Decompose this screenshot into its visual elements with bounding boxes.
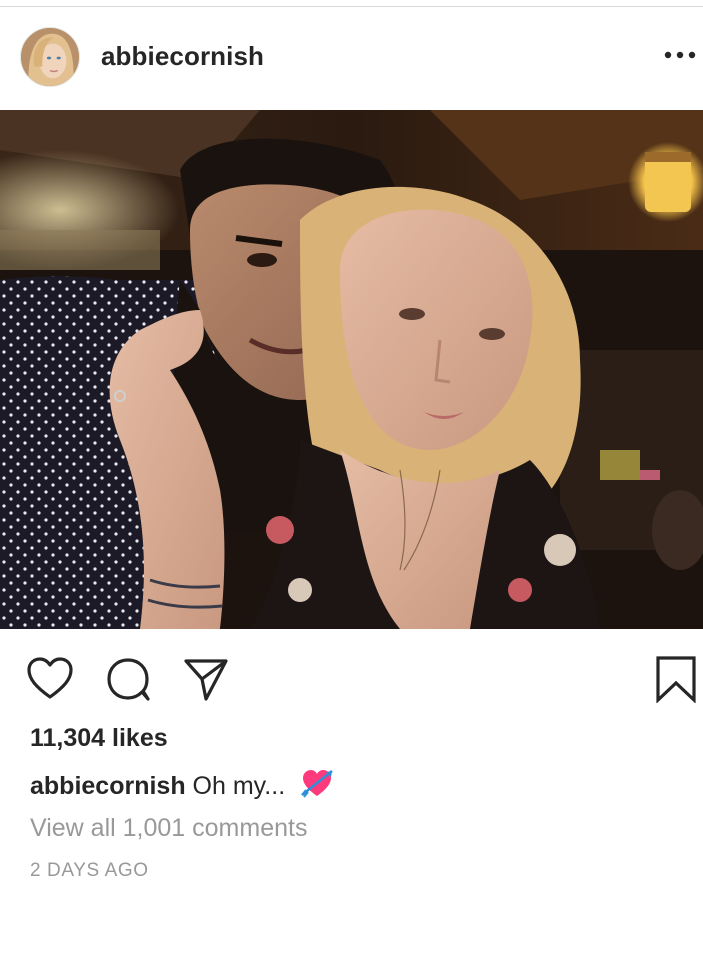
view-all-comments-link[interactable]: View all 1,001 comments — [30, 814, 307, 843]
share-button[interactable] — [182, 655, 230, 703]
comment-button[interactable] — [104, 655, 152, 703]
more-options-button[interactable] — [661, 45, 699, 65]
selfie-photo — [0, 110, 703, 629]
post-caption: abbiecornish Oh my... — [30, 768, 334, 801]
bookmark-icon — [656, 656, 696, 703]
heart-outline-icon — [27, 657, 73, 699]
caption-text: Oh my... — [192, 772, 286, 800]
paper-plane-icon — [184, 659, 228, 701]
comment-bubble-icon — [107, 658, 150, 701]
save-button[interactable] — [652, 655, 700, 703]
more-horizontal-icon — [664, 51, 696, 59]
post-header: abbiecornish — [0, 7, 703, 110]
post-actions — [0, 629, 703, 719]
post-photo[interactable] — [0, 110, 703, 629]
avatar-image — [21, 28, 79, 86]
like-button[interactable] — [26, 655, 74, 703]
post-timestamp: 2 DAYS AGO — [30, 860, 149, 881]
post-username[interactable]: abbiecornish — [101, 41, 264, 72]
likes-count[interactable]: 11,304 likes — [30, 724, 168, 753]
avatar[interactable] — [20, 27, 80, 87]
heart-with-arrow-icon — [300, 768, 334, 798]
caption-username[interactable]: abbiecornish — [30, 772, 186, 800]
